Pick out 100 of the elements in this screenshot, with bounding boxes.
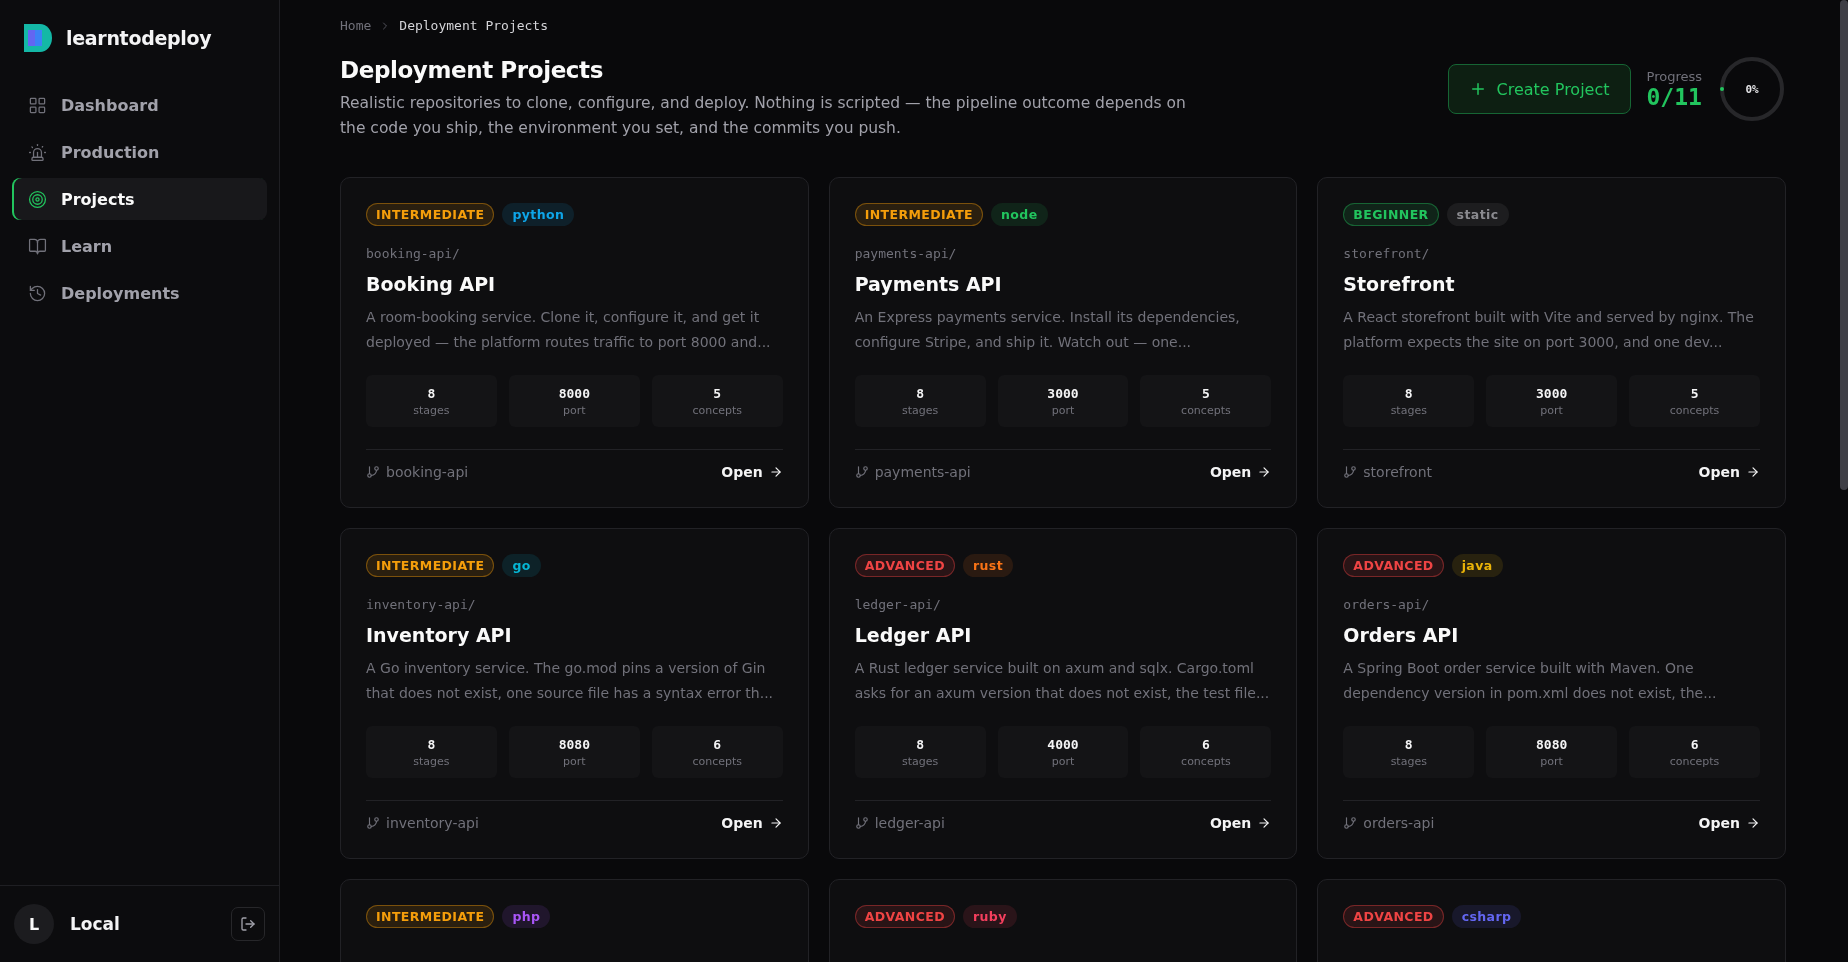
language-tag: node [991,203,1048,226]
nav-item[interactable]: Projects [12,178,267,220]
project-title: Orders API [1343,624,1460,646]
nav-item[interactable]: Learn [12,225,267,267]
stat-label: stages [1390,754,1427,768]
branch-icon [366,465,380,479]
arrow-right-icon [1257,465,1272,479]
project-description: A Rust ledger service built on axum and sqlx. Cargo.toml asks for an axum version that does not exist, the test file... [854,659,1271,703]
open-link[interactable]: Open [1698,815,1760,831]
stat-value: 8 [1404,385,1413,401]
difficulty-badge: INTERMEDIATE [366,905,495,928]
project-title: Ledger API [854,624,973,646]
project-card[interactable] [340,177,809,508]
arrow-right-icon [768,816,783,830]
branch-icon [366,816,380,830]
repo-name: payments-api [854,464,971,480]
stat-label: port [1540,403,1563,417]
repo-name: inventory-api [366,815,479,831]
stat-label: stages [413,754,450,768]
stat-value: 6 [1201,736,1210,752]
stat-value: 5 [1690,385,1699,401]
open-link[interactable]: Open [1209,464,1272,480]
user-name: Local [70,914,121,934]
arrow-right-icon [1257,816,1272,830]
branch-icon [854,816,869,830]
progress-percent: 0% [1745,82,1759,96]
breadcrumb-link[interactable]: Home [340,18,372,33]
project-description: A Spring Boot order service built with Maven. One dependency version in pom.xml does not exist, the... [1343,659,1718,703]
language-tag: go [502,554,541,577]
repo-path: storefront/ [1343,246,1431,261]
project-card[interactable]: ADVANCED java orders-api/ Orders API A Spring Boot order service built with Maven. One dependency version in pom.xml does not exist, the... 8 stages 8080 port 6 concepts orders-api Open [1317,528,1786,859]
siren-icon [28,142,47,162]
arrow-right-icon [1746,465,1760,479]
project-card[interactable] [828,528,1298,859]
project-title: Inventory API [366,624,513,646]
stat-label: concepts [1181,754,1231,768]
stat-label: concepts [692,403,742,417]
repo-name: booking-api [366,464,469,480]
stat-label: stages [901,754,939,768]
scrollbar-thumb[interactable] [1840,0,1848,490]
logo-icon [24,24,52,52]
language-tag: static [1446,203,1509,226]
brand-name: learntodeploy [66,27,212,49]
stat-value: 8080 [558,736,590,752]
stat-label: stages [1390,403,1427,417]
create-project-button[interactable]: Create Project [1447,64,1631,114]
book-icon [28,236,47,256]
stat-value: 8000 [558,385,590,401]
difficulty-badge: ADVANCED [854,554,955,577]
branch-icon [1343,816,1358,830]
nav-item[interactable]: Dashboard [12,84,267,126]
repo-path: inventory-api/ [366,597,477,612]
stat-label: concepts [1669,754,1720,768]
stat-value: 5 [713,385,722,401]
project-card[interactable]: ADVANCED csharp [1317,879,1786,962]
stat-value: 3000 [1536,385,1568,401]
project-card[interactable]: INTERMEDIATE php [340,879,809,962]
branch-icon [854,465,869,479]
stat-label: port [563,403,586,417]
project-card[interactable]: BEGINNER static storefront/ Storefront A React storefront built with Vite and served by nginx. The platform expects the site on port 3000, and one dev... 8 stages 3000 port 5 concepts storefront Open [1317,177,1786,508]
repo-path: ledger-api/ [854,597,942,612]
logout-button[interactable] [231,907,265,941]
stat-value: 3000 [1047,385,1079,401]
stat-value: 8 [427,385,436,401]
language-tag: rust [962,554,1014,577]
stat-value: 6 [713,736,722,752]
project-card[interactable]: ADVANCED ruby [828,879,1298,962]
history-icon [28,283,47,303]
page-description: Realistic repositories to clone, configure, and deploy. Nothing is scripted — the pipeline outcome depends on the code you ship, the environment you set, and the commits you push. [340,93,1187,139]
language-tag: ruby [962,905,1017,928]
project-title: Booking API [366,273,497,295]
stat-label: port [1051,754,1075,768]
stat-value: 6 [1690,736,1699,752]
repo-name: ledger-api [854,815,945,831]
difficulty-badge: INTERMEDIATE [366,554,495,577]
project-card[interactable]: INTERMEDIATE node payments-api/ Payments API An Express payments service. Install its dependencies, configure Stripe, and ship it. Watch out — one... 8 stages 3000 port 5 concepts payments-api Open [828,177,1298,508]
stat-value: 8 [427,736,436,752]
open-link[interactable]: Open [1698,464,1760,480]
branch-icon [1343,465,1358,479]
nav-item[interactable]: Deployments [12,272,267,314]
open-link[interactable]: Open [721,464,783,480]
breadcrumb-link[interactable]: Deployment Projects [399,18,549,33]
project-card[interactable] [340,528,809,859]
open-link[interactable]: Open [721,815,783,831]
repo-name: storefront [1343,464,1433,480]
open-link[interactable]: Open [1209,815,1272,831]
difficulty-badge: BEGINNER [1343,203,1439,226]
repo-path: booking-api/ [366,246,461,261]
arrow-right-icon [1746,816,1760,830]
nav-item[interactable]: Production [12,131,267,173]
stat-value: 8080 [1536,736,1568,752]
language-tag: php [502,905,551,928]
language-tag: csharp [1451,905,1522,928]
language-tag: java [1451,554,1503,577]
difficulty-badge: INTERMEDIATE [366,203,495,226]
stat-label: port [563,754,586,768]
repo-path: orders-api/ [1343,597,1431,612]
stat-label: concepts [1669,403,1720,417]
difficulty-badge: INTERMEDIATE [854,203,984,226]
stat-label: port [1051,403,1075,417]
